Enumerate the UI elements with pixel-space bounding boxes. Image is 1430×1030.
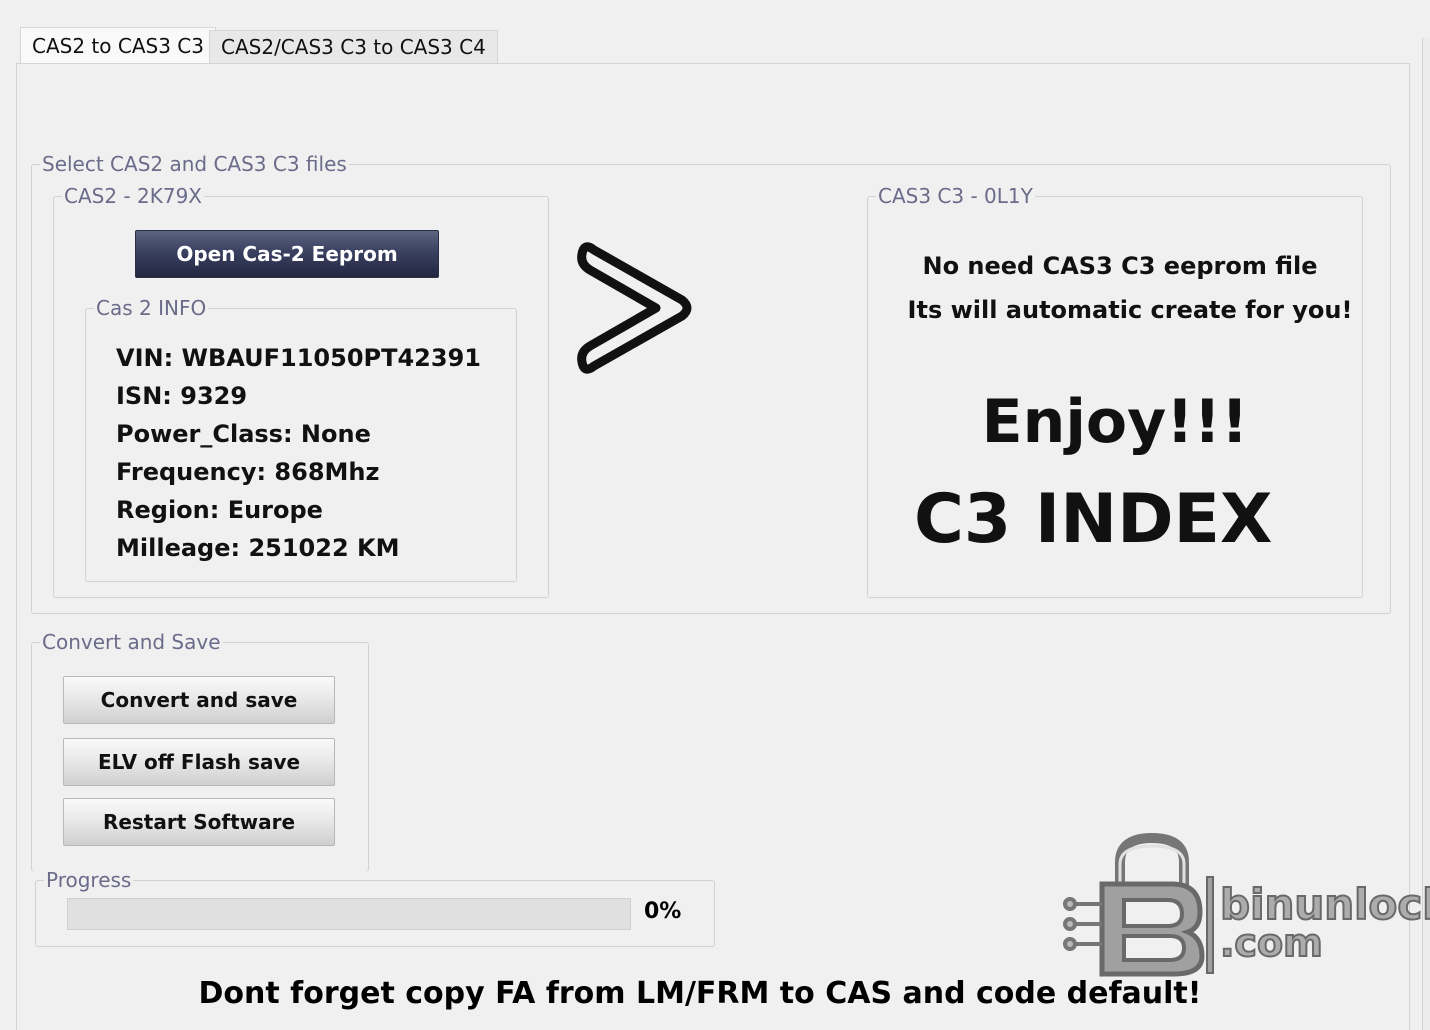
progress-percent: 0% [644,899,682,924]
no-need-eeprom-text: No need CAS3 C3 eeprom file [922,252,1318,280]
vin-value: VIN: WBAUF11050PT42391 [116,344,481,372]
convert-and-save-button[interactable]: Convert and save [63,676,335,724]
watermark-domain: .com [1219,920,1324,966]
enjoy-text: Enjoy!!! [981,387,1249,457]
isn-value: ISN: 9329 [116,382,248,410]
restart-software-button[interactable]: Restart Software [63,798,335,846]
chevron-right-icon [577,242,692,374]
progress-bar [67,898,631,930]
progress-legend: Progress [44,867,134,893]
c3-index-text: C3 INDEX [914,480,1273,559]
binunlock-watermark: binunlock .com [1062,832,1430,978]
milleage-value: Milleage: 251022 KM [116,534,400,562]
auto-create-text: Its will automatic create for you! [907,296,1353,324]
padlock-b-logo-icon [1063,832,1205,977]
footer-note: Dont forget copy FA from LM/FRM to CAS a… [198,976,1202,1011]
convert-save-legend: Convert and Save [40,629,223,655]
tab-cas2-to-cas3-c3[interactable]: CAS2 to CAS3 C3 [20,27,216,63]
cas2-info-legend: Cas 2 INFO [94,295,209,321]
region-value: Region: Europe [116,496,323,524]
power-class-value: Power_Class: None [116,420,371,448]
tab-cas2-cas3-c3-to-cas3-c4[interactable]: CAS2/CAS3 C3 to CAS3 C4 [209,30,498,63]
open-cas2-eeprom-button[interactable]: Open Cas-2 Eeprom [135,230,439,278]
cas2-legend: CAS2 - 2K79X [62,183,204,209]
elv-off-flash-save-button[interactable]: ELV off Flash save [63,738,335,786]
select-files-legend: Select CAS2 and CAS3 C3 files [40,151,349,177]
frequency-value: Frequency: 868Mhz [116,458,380,486]
cas3-c3-legend: CAS3 C3 - 0L1Y [876,183,1035,209]
watermark-divider [1206,876,1214,974]
